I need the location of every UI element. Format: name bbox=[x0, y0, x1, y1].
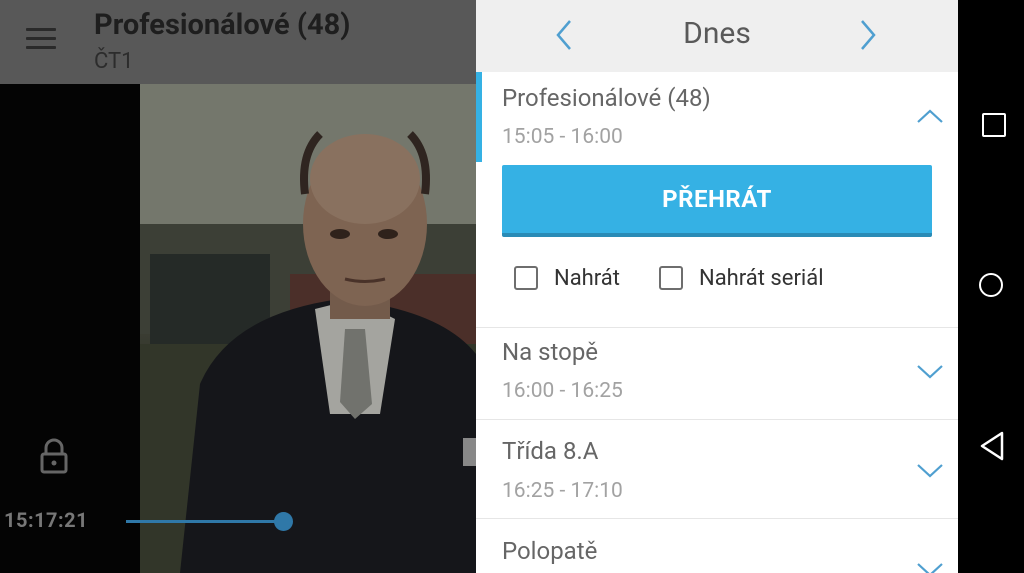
video-dim-overlay bbox=[0, 0, 476, 573]
program-item[interactable]: Třída 8.A 16:25 - 17:10 bbox=[476, 420, 958, 519]
program-title: Profesionálové (48) bbox=[94, 8, 351, 42]
record-label: Nahrát bbox=[554, 266, 620, 291]
chevron-right-icon[interactable] bbox=[856, 18, 880, 52]
lock-icon[interactable] bbox=[38, 438, 70, 474]
chevron-down-icon[interactable] bbox=[916, 363, 944, 379]
program-time: 16:00 - 16:25 bbox=[502, 379, 623, 403]
day-title: Dnes bbox=[683, 16, 751, 51]
seek-bar[interactable] bbox=[126, 520, 284, 523]
program-name: Polopatě bbox=[502, 537, 598, 565]
chevron-down-icon[interactable] bbox=[916, 561, 944, 573]
current-time: 15:17:21 bbox=[4, 508, 89, 532]
epg-panel: Dnes Profesionálové (48) 15:05 - 16:00 P… bbox=[476, 0, 958, 573]
player-top-bar: Profesionálové (48) ČT1 bbox=[0, 0, 476, 84]
hamburger-icon[interactable] bbox=[26, 28, 58, 54]
chevron-up-icon[interactable] bbox=[916, 108, 944, 124]
epg-header: Dnes bbox=[476, 0, 958, 72]
play-button[interactable]: PŘEHRÁT bbox=[502, 165, 932, 237]
program-item[interactable]: Na stopě 16:00 - 16:25 bbox=[476, 327, 958, 420]
system-nav-bar bbox=[958, 0, 1024, 573]
record-checkbox-box[interactable] bbox=[514, 266, 538, 290]
record-series-checkbox-box[interactable] bbox=[659, 266, 683, 290]
program-time: 16:25 - 17:10 bbox=[502, 479, 623, 503]
home-circle-icon[interactable] bbox=[979, 273, 1003, 297]
program-name: Profesionálové (48) bbox=[502, 84, 711, 112]
panel-drag-handle[interactable] bbox=[463, 438, 476, 466]
program-name: Na stopě bbox=[502, 338, 599, 366]
chevron-down-icon[interactable] bbox=[916, 462, 944, 478]
recents-square-icon[interactable] bbox=[982, 113, 1006, 137]
video-player[interactable]: Profesionálové (48) ČT1 15:17:21 bbox=[0, 0, 476, 573]
back-triangle-icon[interactable] bbox=[978, 430, 1008, 462]
record-series-label: Nahrát seriál bbox=[699, 266, 824, 291]
program-item-expanded[interactable]: Profesionálové (48) 15:05 - 16:00 PŘEHRÁ… bbox=[476, 72, 958, 328]
program-name: Třída 8.A bbox=[502, 437, 599, 465]
seek-thumb[interactable] bbox=[274, 512, 293, 531]
program-item[interactable]: Polopatě bbox=[476, 519, 958, 573]
program-time: 15:05 - 16:00 bbox=[502, 125, 623, 149]
channel-name: ČT1 bbox=[94, 49, 134, 74]
